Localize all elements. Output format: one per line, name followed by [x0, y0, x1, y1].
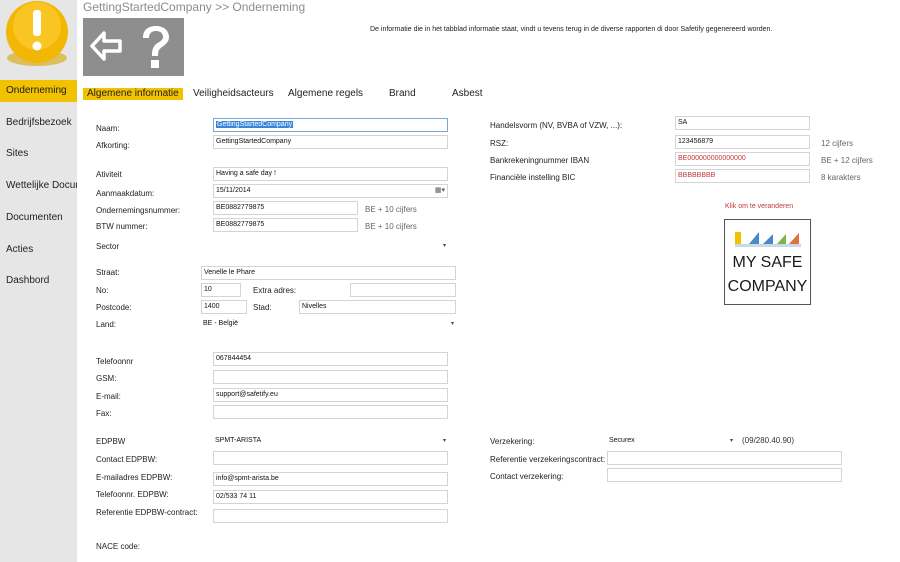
- info-text: De informatie die in het tabblad informa…: [370, 26, 773, 33]
- tel-edpbw-label: Telefoonnr. EDPBW:: [96, 490, 169, 499]
- handelsvorm-field[interactable]: SA: [675, 116, 810, 130]
- tab-veiligheidsacteurs[interactable]: Veiligheidsacteurs: [193, 88, 274, 100]
- logo-graphic: [735, 232, 801, 247]
- toolbar: [83, 18, 184, 76]
- aanmaakdatum-value: 15/11/2014: [216, 187, 251, 194]
- naam-label: Naam:: [96, 124, 120, 133]
- rsz-hint: 12 cijfers: [821, 139, 854, 148]
- nace-label: NACE code:: [96, 542, 141, 551]
- sector-label: Sector: [96, 242, 120, 251]
- naam-field[interactable]: GettingStartedCompany: [213, 118, 448, 132]
- stad-label: Stad:: [253, 303, 272, 312]
- btw-label: BTW nummer:: [96, 222, 148, 231]
- edpbw-dropdown[interactable]: SPMT-ARISTA ▾: [213, 434, 448, 448]
- chevron-down-icon: ▾: [729, 438, 733, 444]
- ref-edpbw-label: Referentie EDPBW-contract:: [96, 508, 198, 517]
- contact-verzekering-label: Contact verzekering:: [490, 472, 564, 481]
- tab-algemene-regels[interactable]: Algemene regels: [288, 88, 363, 100]
- iban-field[interactable]: BE000000000000000: [675, 152, 810, 166]
- verzekering-phone: (09/280.40.90): [742, 436, 795, 445]
- bic-hint: 8 karakters: [821, 173, 861, 182]
- change-logo-link[interactable]: Klik om te veranderen: [725, 203, 793, 210]
- telefoonnr-label: Telefoonnr: [96, 357, 134, 366]
- email-edpbw-field[interactable]: info@spmt-arista.be: [213, 472, 448, 486]
- fax-field[interactable]: [213, 405, 448, 419]
- straat-field[interactable]: Venelle le Phare: [201, 266, 456, 280]
- calendar-icon[interactable]: ▦▾: [435, 185, 445, 197]
- activiteit-field[interactable]: Having a safe day !: [213, 167, 448, 181]
- email-field[interactable]: support@safetify.eu: [213, 388, 448, 402]
- aanmaakdatum-field[interactable]: 15/11/2014 ▦▾: [213, 184, 448, 198]
- telefoonnr-field[interactable]: 067844454: [213, 352, 448, 366]
- iban-label: Bankrekeningnummer IBAN: [490, 156, 590, 165]
- extra-adres-label: Extra adres:: [253, 286, 297, 295]
- contact-edpbw-field[interactable]: [213, 451, 448, 465]
- tel-edpbw-field[interactable]: 02/533 74 11: [213, 490, 448, 504]
- rsz-field[interactable]: 123456879: [675, 135, 810, 149]
- sidebar-item-wettelijke-documenten[interactable]: Wettelijke Documenten: [0, 175, 77, 197]
- app-logo-icon: [0, 0, 77, 72]
- gsm-label: GSM:: [96, 374, 117, 383]
- ondernemingsnummer-label: Ondernemingsnummer:: [96, 206, 181, 215]
- stad-field[interactable]: Nivelles: [299, 300, 456, 314]
- bic-field[interactable]: BBBBBBBB: [675, 169, 810, 183]
- ref-verzekering-label: Referentie verzekeringscontract:: [490, 455, 606, 464]
- btw-field[interactable]: BE0882779875: [213, 218, 358, 232]
- chevron-down-icon: ▾: [442, 243, 446, 249]
- naam-value: GettingStartedCompany: [216, 121, 294, 128]
- ref-verzekering-field[interactable]: [607, 451, 842, 465]
- no-label: No:: [96, 286, 109, 295]
- contact-edpbw-label: Contact EDPBW:: [96, 455, 158, 464]
- postcode-field[interactable]: 1400: [201, 300, 247, 314]
- btw-hint: BE + 10 cijfers: [365, 222, 417, 231]
- handelsvorm-label: Handelsvorm (NV, BVBA of VZW, ...):: [490, 121, 623, 130]
- chevron-down-icon: ▾: [450, 321, 454, 327]
- email-label: E-mail:: [96, 392, 121, 401]
- question-mark-icon[interactable]: [138, 24, 174, 70]
- verzekering-value: Securex: [609, 437, 635, 444]
- ref-edpbw-field[interactable]: [213, 509, 448, 523]
- ondernemingsnummer-field[interactable]: BE0882779875: [213, 201, 358, 215]
- breadcrumb: GettingStartedCompany >> Onderneming: [83, 0, 306, 14]
- verzekering-label: Verzekering:: [490, 437, 535, 446]
- chevron-down-icon: ▾: [442, 438, 446, 444]
- sector-dropdown[interactable]: ▾: [213, 239, 448, 253]
- sidebar-item-onderneming[interactable]: Onderneming: [0, 80, 77, 102]
- company-logo[interactable]: MY SAFE COMPANY: [724, 219, 811, 305]
- sidebar-item-documenten[interactable]: Documenten: [0, 207, 77, 229]
- logo-line-1: MY SAFE: [732, 254, 803, 271]
- sidebar-item-sites[interactable]: Sites: [0, 143, 77, 165]
- afkorting-field[interactable]: GettingStartedCompany: [213, 135, 448, 149]
- edpbw-value: SPMT-ARISTA: [215, 437, 262, 444]
- extra-adres-field[interactable]: [350, 283, 456, 297]
- tab-asbest[interactable]: Asbest: [452, 88, 483, 100]
- edpbw-label: EDPBW: [96, 437, 126, 446]
- sidebar: Onderneming Bedrijfsbezoek Sites Wetteli…: [0, 0, 77, 562]
- bic-label: Financiële instelling BIC: [490, 173, 576, 182]
- straat-label: Straat:: [96, 268, 120, 277]
- email-edpbw-label: E-mailadres EDPBW:: [96, 473, 173, 482]
- iban-hint: BE + 12 cijfers: [821, 156, 873, 165]
- fax-label: Fax:: [96, 409, 112, 418]
- sidebar-item-bedrijfsbezoek[interactable]: Bedrijfsbezoek: [0, 112, 77, 134]
- contact-verzekering-field[interactable]: [607, 468, 842, 482]
- sidebar-item-acties[interactable]: Acties: [0, 239, 77, 261]
- no-field[interactable]: 10: [201, 283, 241, 297]
- gsm-field[interactable]: [213, 370, 448, 384]
- postcode-label: Postcode:: [96, 303, 132, 312]
- tab-algemene-informatie[interactable]: Algemene informatie: [83, 88, 183, 100]
- land-label: Land:: [96, 320, 117, 329]
- rsz-label: RSZ:: [490, 139, 509, 148]
- afkorting-label: Afkorting:: [96, 141, 130, 150]
- sidebar-item-dashbord[interactable]: Dashbord: [0, 270, 77, 292]
- land-dropdown[interactable]: BE - België ▾: [201, 317, 456, 331]
- land-value: BE - België: [203, 320, 239, 327]
- aanmaakdatum-label: Aanmaakdatum:: [96, 189, 155, 198]
- logo-line-2: COMPANY: [727, 278, 808, 295]
- ondernemingsnummer-hint: BE + 10 cijfers: [365, 205, 417, 214]
- tab-brand[interactable]: Brand: [389, 88, 416, 100]
- back-arrow-icon[interactable]: [89, 30, 123, 62]
- verzekering-dropdown[interactable]: Securex ▾: [607, 434, 735, 448]
- activiteit-label: Ativiteit: [96, 170, 122, 179]
